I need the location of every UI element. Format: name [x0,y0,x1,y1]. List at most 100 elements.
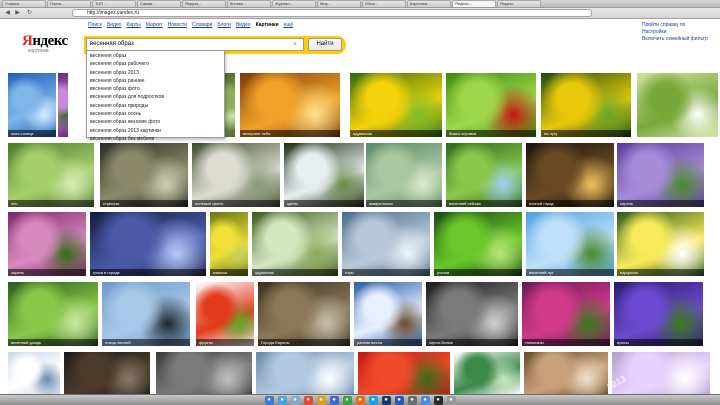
browser-tab[interactable]: Поиск... [47,0,91,7]
image-thumbnail[interactable]: весенний пейзаж [446,143,522,207]
image-thumbnail[interactable] [358,352,450,394]
image-thumbnail[interactable] [156,352,252,394]
image-thumbnail[interactable] [64,352,150,394]
suggestion-item[interactable]: весенняя образ рабочего [87,60,224,68]
browser-tab[interactable]: Картинки... [407,0,451,7]
browser-tab[interactable]: Обои... [362,0,406,7]
image-thumbnail[interactable]: гроза в городе [90,212,206,276]
browser-tab[interactable]: Кнопки... [227,0,271,7]
nav-item[interactable]: Новости [168,21,187,29]
image-thumbnail[interactable]: лес [8,143,94,207]
image-thumbnail[interactable] [225,73,235,137]
image-thumbnail[interactable]: птицы весной [102,282,190,346]
browser-tab[interactable]: Яндекс... [182,0,226,7]
help-link[interactable]: Пройти справку по [642,22,708,29]
browser-tab[interactable]: Яндекс [497,0,541,7]
nav-item[interactable]: Блоги [217,21,231,29]
nav-item[interactable]: Маркет [146,21,163,29]
settings-link[interactable]: Настройки [642,29,708,36]
image-thumbnail[interactable]: полевые цветы [192,143,280,207]
image-thumbnail[interactable]: одуванчик [350,73,442,137]
suggestion-item[interactable]: весенняя образ без мебели [87,135,224,143]
photoshop-icon[interactable]: ● [381,395,391,405]
image-thumbnail[interactable]: вечернее небо [240,73,340,137]
arrow-right-icon[interactable]: ▶ [14,10,21,17]
nav-item[interactable]: Карты [126,21,140,29]
thumbnail-caption: весенний пейзаж [446,200,522,207]
image-thumbnail[interactable]: акварельная [366,143,442,207]
image-thumbnail[interactable]: божья коровка [446,73,536,137]
reload-icon[interactable]: ↻ [26,10,33,17]
image-thumbnail[interactable]: тюльпаны [522,282,610,346]
nav-item[interactable]: Словари [192,21,212,29]
browser-tab[interactable]: ТОП ... [92,0,136,7]
photos-icon[interactable]: ● [316,395,326,405]
chrome-icon[interactable]: ● [342,395,352,405]
nav-item[interactable]: Поиск [88,21,102,29]
image-thumbnail[interactable]: сирень [8,212,86,276]
nav-item[interactable]: Видео [107,21,122,29]
suggestion-item[interactable]: весенняя образ для подростков [87,93,224,101]
skype-icon[interactable]: ● [368,395,378,405]
suggestion-item[interactable]: весенняя образ осень [87,110,224,118]
image-thumbnail[interactable] [58,73,68,137]
safari-icon[interactable]: ● [277,395,287,405]
image-thumbnail[interactable]: сирень [617,143,704,207]
image-thumbnail[interactable]: мимоза [210,212,248,276]
browser-tab[interactable]: Самая... [137,0,181,7]
image-thumbnail[interactable] [637,73,718,137]
suggestion-item[interactable]: весенняя образ 2013 [87,69,224,77]
suggestion-item[interactable]: весенняя образ женские фото [87,118,224,126]
image-thumbnail[interactable] [8,352,60,394]
clear-icon[interactable]: × [293,39,297,50]
suggestion-item[interactable]: весенняя образ фото [87,85,224,93]
nav-item[interactable]: ещё [284,21,294,29]
image-thumbnail[interactable]: на лугу [541,73,631,137]
image-thumbnail[interactable]: одуванчик [252,212,338,276]
image-thumbnail[interactable]: ранняя весна [354,282,422,346]
image-thumbnail[interactable]: ростки [434,212,522,276]
firefox-icon[interactable]: ● [355,395,365,405]
trash-icon[interactable]: ● [446,395,456,405]
suggestion-item[interactable]: весенняя образ [87,52,224,60]
appstore-icon[interactable]: ● [420,395,430,405]
suggestion-item[interactable]: весенняя образ ранние [87,77,224,85]
family-filter-link[interactable]: Включить семейный фильтр [642,36,708,43]
browser-window: Учимся... Поиск... ТОП ... Самая... Яндекс..… [0,0,720,405]
image-thumbnail[interactable]: нарциссы [617,212,704,276]
thumbnail-caption: черно-белые [426,339,518,346]
browser-tab[interactable]: Учимся... [2,0,46,7]
suggestion-item[interactable]: весенняя образ 2013 картинки [87,127,224,135]
search-button[interactable]: Найти [308,38,342,51]
arrow-left-icon[interactable]: ◀ [4,10,11,17]
image-thumbnail[interactable]: цветы [284,143,364,207]
settings-icon[interactable]: ● [407,395,417,405]
image-thumbnail[interactable]: ночной город [526,143,614,207]
image-thumbnail[interactable] [454,352,520,394]
terminal-icon[interactable]: ● [433,395,443,405]
image-thumbnail[interactable]: стрекоза [100,143,188,207]
finder-icon[interactable]: ● [264,395,274,405]
browser-tab[interactable]: Мир... [317,0,361,7]
mail-icon[interactable]: ● [290,395,300,405]
image-thumbnail[interactable] [524,352,608,394]
image-thumbnail[interactable] [256,352,354,394]
thumbnail-image [526,212,614,276]
itunes-icon[interactable]: ● [329,395,339,405]
image-thumbnail[interactable]: весенний дождь [8,282,98,346]
image-thumbnail[interactable]: Города Европы [258,282,350,346]
image-thumbnail[interactable]: черно-белые [426,282,518,346]
url-field[interactable]: http://images.yandex.ru [72,9,592,17]
image-thumbnail[interactable]: горы [342,212,430,276]
yandex-logo[interactable]: Яндекс картинки [22,34,68,55]
browser-tab[interactable]: Журнал... [272,0,316,7]
word-icon[interactable]: ● [394,395,404,405]
image-thumbnail[interactable]: фрукты [196,282,254,346]
image-thumbnail[interactable]: весенний луг [526,212,614,276]
nav-item[interactable]: Видео [236,21,251,29]
nav-item[interactable]: Картинки [256,21,279,29]
image-thumbnail[interactable]: зона солнце [8,73,56,137]
browser-tab[interactable]: Яндекс... [452,0,496,7]
suggestion-item[interactable]: весенняя образ природы [87,102,224,110]
calendar-icon[interactable]: ● [303,395,313,405]
